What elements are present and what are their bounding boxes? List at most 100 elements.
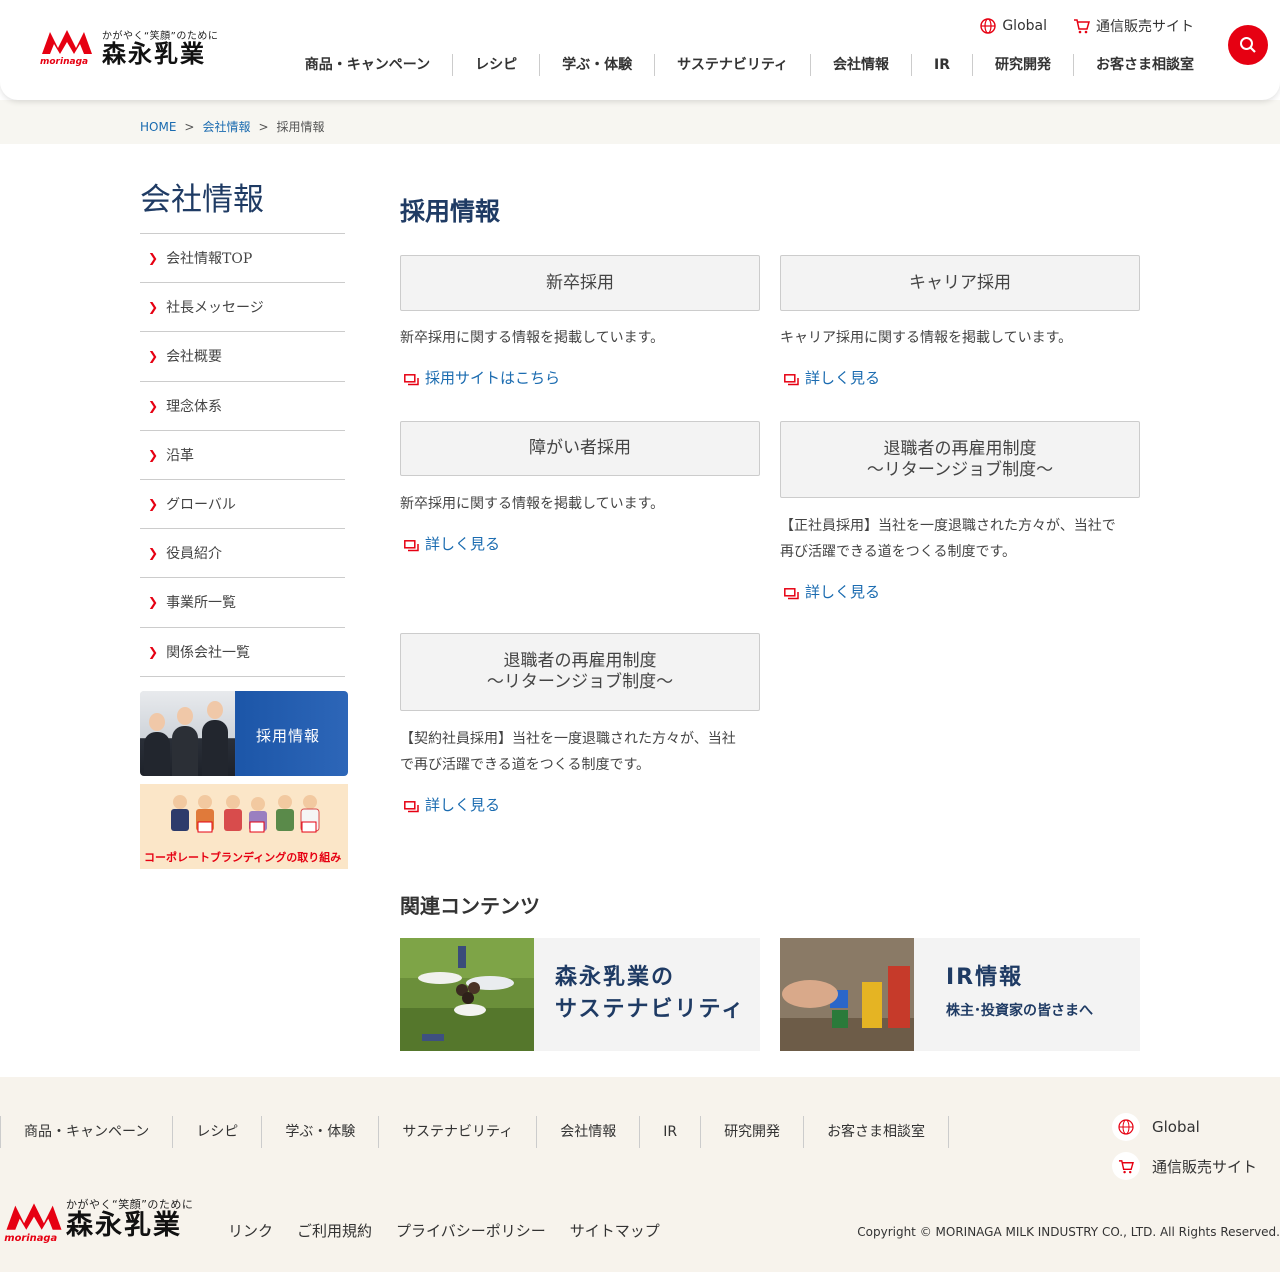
gnav-products[interactable]: 商品・キャンペーン: [283, 54, 452, 76]
card-link-label: 採用サイトはこちら: [425, 369, 561, 387]
chevron-right-icon: ❯: [148, 595, 159, 610]
footer-shop-link[interactable]: 通信販売サイト: [1112, 1152, 1257, 1180]
card-link[interactable]: 詳しく見る: [400, 794, 760, 815]
gnav-recipe[interactable]: レシピ: [452, 54, 539, 76]
sidebar-item-label: 関係会社一覧: [166, 644, 251, 661]
recruit-banner-label: 採用情報: [256, 727, 321, 745]
card-description: 新卒採用に関する情報を掲載しています。: [400, 330, 665, 346]
logo-name: 森永乳業: [102, 40, 206, 68]
gnav-rnd[interactable]: 研究開発: [972, 54, 1073, 76]
sidebar-item-label: 会社概要: [166, 349, 223, 366]
breadcrumb-home[interactable]: HOME: [140, 120, 176, 134]
card-return-job-contract: 退職者の再雇用制度 ～リターンジョブ制度～ 【契約社員採用】当社を一度退職された…: [400, 633, 760, 815]
breadcrumb-company[interactable]: 会社情報: [202, 120, 250, 134]
shop-link[interactable]: 通信販売サイト: [1073, 16, 1194, 36]
footer-logo[interactable]: morinaga かがやく“笑顔”のために 森永乳業: [4, 1196, 193, 1244]
card-title[interactable]: 障がい者採用: [400, 421, 760, 476]
sidebar-item-offices[interactable]: ❯ 事業所一覧: [140, 578, 345, 628]
card-title[interactable]: 新卒採用: [400, 255, 760, 311]
sidebar-item-label: グローバル: [166, 497, 236, 514]
search-button[interactable]: [1228, 25, 1268, 65]
fnav-learn[interactable]: 学ぶ・体験: [261, 1116, 378, 1148]
related-ir-photo: [780, 938, 914, 1051]
sidebar-item-officers[interactable]: ❯ 役員紹介: [140, 529, 345, 579]
sidebar-item-affiliates[interactable]: ❯ 関係会社一覧: [140, 628, 345, 677]
search-icon: [1240, 37, 1256, 53]
external-link-icon: [404, 372, 419, 385]
sidebar-item-label: 理念体系: [166, 398, 223, 415]
sidebar-item-label: 社長メッセージ: [166, 300, 264, 317]
external-link-icon: [784, 586, 799, 599]
card-title[interactable]: キャリア採用: [780, 255, 1140, 311]
card-return-job-fulltime: 退職者の再雇用制度 ～リターンジョブ制度～ 【正社員採用】当社を一度退職された方…: [780, 421, 1140, 602]
fnav-products[interactable]: 商品・キャンペーン: [0, 1116, 172, 1148]
fnav-ir[interactable]: IR: [639, 1116, 700, 1148]
card-description-line1: 【正社員採用】当社を一度退職された方々が、当社で: [780, 518, 1116, 534]
related-sustainability[interactable]: 森永乳業の サステナビリティ: [400, 938, 760, 1051]
card-description: 【契約社員採用】当社を一度退職された方々が、当社 で再び活躍できる道をつくる制度…: [400, 726, 760, 778]
card-new-graduate: 新卒採用 新卒採用に関する情報を掲載しています。 採用サイトはこちら: [400, 255, 760, 388]
card-link[interactable]: 詳しく見る: [780, 367, 1140, 388]
branding-banner[interactable]: コーポレートブランディングの取り組み: [140, 784, 348, 869]
chevron-right-icon: ❯: [148, 447, 159, 462]
page-title: 採用情報: [400, 197, 501, 226]
related-ir[interactable]: IR情報 株主･投資家の皆さまへ: [780, 938, 1140, 1051]
sidebar-nav: ❯ 会社情報TOP ❯ 社長メッセージ ❯ 会社概要 ❯ 理念体系 ❯ 沿革 ❯ グローバル…: [140, 233, 345, 677]
card-link[interactable]: 詳しく見る: [780, 581, 1140, 602]
sidebar-item-company-top[interactable]: ❯ 会社情報TOP: [140, 234, 345, 284]
sidebar-item-global[interactable]: ❯ グローバル: [140, 480, 345, 530]
footer-link-links[interactable]: リンク: [228, 1220, 273, 1241]
card-description: キャリア採用に関する情報を掲載しています。: [780, 330, 1073, 346]
card-title[interactable]: 退職者の再雇用制度 ～リターンジョブ制度～: [400, 633, 760, 711]
chevron-right-icon: ❯: [148, 546, 159, 561]
sidebar-item-overview[interactable]: ❯ 会社概要: [140, 332, 345, 382]
recruit-banner-photo: [140, 691, 235, 776]
chevron-right-icon: ❯: [148, 349, 159, 364]
card-title-line1: 退職者の再雇用制度: [883, 438, 1037, 459]
footer-global-link[interactable]: Global: [1112, 1113, 1200, 1141]
card-description: 新卒採用に関する情報を掲載しています。: [400, 496, 665, 512]
sidebar-item-philosophy[interactable]: ❯ 理念体系: [140, 382, 345, 431]
fnav-support[interactable]: お客さま相談室: [803, 1116, 950, 1148]
fnav-recipe[interactable]: レシピ: [172, 1116, 261, 1148]
sidebar-title: 会社情報: [140, 182, 264, 218]
sidebar-item-history[interactable]: ❯ 沿革: [140, 431, 345, 480]
recruit-banner[interactable]: 採用情報: [140, 691, 348, 776]
chevron-right-icon: ❯: [148, 398, 159, 413]
footer-nav: 商品・キャンペーン レシピ 学ぶ・体験 サステナビリティ 会社情報 IR 研究開…: [0, 1116, 950, 1148]
card-link[interactable]: 詳しく見る: [400, 533, 760, 554]
gnav-sustainability[interactable]: サステナビリティ: [654, 54, 810, 76]
footer-link-privacy[interactable]: プライバシーポリシー: [396, 1220, 546, 1241]
related-sustainability-photo: [400, 938, 534, 1051]
cart-icon: [1112, 1152, 1140, 1180]
card-title[interactable]: 退職者の再雇用制度 ～リターンジョブ制度～: [780, 421, 1140, 498]
footer-link-terms[interactable]: ご利用規約: [297, 1220, 372, 1241]
gnav-learn[interactable]: 学ぶ・体験: [539, 54, 654, 76]
chevron-right-icon: ❯: [148, 251, 159, 266]
chevron-right-icon: ❯: [148, 497, 159, 512]
card-description-line2: で再び活躍できる道をつくる制度です。: [400, 757, 651, 773]
gnav-support[interactable]: お客さま相談室: [1073, 54, 1194, 76]
card-link[interactable]: 採用サイトはこちら: [400, 367, 760, 388]
external-link-icon: [404, 538, 419, 551]
site-logo[interactable]: morinaga かがやく“笑顔”のために 森永乳業: [40, 26, 218, 68]
sidebar-item-president-message[interactable]: ❯ 社長メッセージ: [140, 283, 345, 333]
card-link-label: 詳しく見る: [425, 535, 501, 553]
global-link[interactable]: Global: [980, 16, 1047, 36]
breadcrumb: HOME > 会社情報 > 採用情報: [140, 118, 325, 135]
fnav-sustainability[interactable]: サステナビリティ: [378, 1116, 536, 1148]
card-link-label: 詳しく見る: [425, 796, 501, 814]
related-title-line2: サステナビリティ: [555, 997, 746, 1022]
gnav-ir[interactable]: IR: [911, 54, 972, 76]
branding-illustration: [171, 795, 320, 833]
card-link-label: 詳しく見る: [805, 583, 881, 601]
gnav-company[interactable]: 会社情報: [810, 54, 911, 76]
fnav-rnd[interactable]: 研究開発: [700, 1116, 803, 1148]
related-subtitle: 株主･投資家の皆さまへ: [946, 1003, 1093, 1019]
footer-link-sitemap[interactable]: サイトマップ: [570, 1220, 660, 1241]
external-link-icon: [784, 372, 799, 385]
shop-label: 通信販売サイト: [1096, 19, 1194, 35]
card-disability: 障がい者採用 新卒採用に関する情報を掲載しています。 詳しく見る: [400, 421, 760, 554]
fnav-company[interactable]: 会社情報: [536, 1116, 639, 1148]
sidebar-item-label: 事業所一覧: [166, 595, 237, 612]
